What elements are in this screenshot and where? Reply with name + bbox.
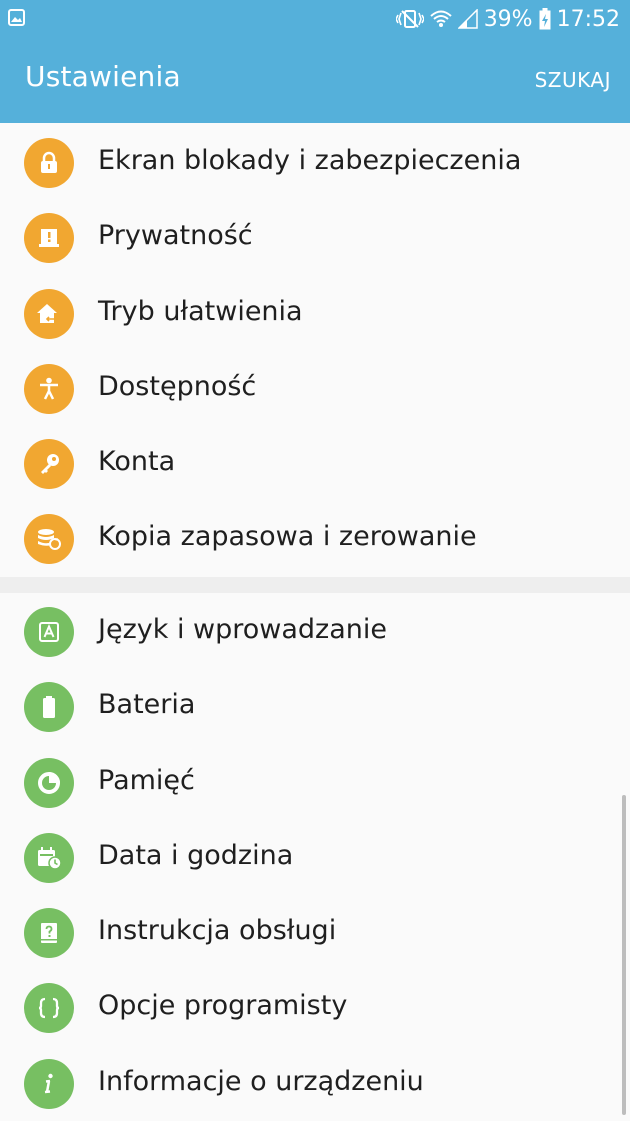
- settings-item-label: Opcje programisty: [98, 990, 348, 1022]
- lock-icon: [24, 138, 74, 188]
- search-button[interactable]: SZUKAJ: [535, 68, 611, 92]
- settings-item-developer-options[interactable]: Opcje programisty: [0, 970, 630, 1045]
- clock: 17:52: [556, 6, 620, 32]
- easy-mode-home-icon: [24, 288, 74, 339]
- settings-item-label: Instrukcja obsługi: [98, 915, 337, 947]
- settings-item-label: Informacje o urządzeniu: [98, 1065, 424, 1097]
- status-bar: 39% 17:52: [0, 0, 630, 38]
- settings-item-backup-reset[interactable]: Kopia zapasowa i zerowanie: [0, 501, 630, 576]
- settings-item-label: Data i godzina: [98, 839, 294, 871]
- status-icons: 39% 17:52: [395, 0, 620, 38]
- settings-item-label: Konta: [98, 446, 176, 478]
- storage-pie-icon: [24, 757, 74, 808]
- settings-item-label: Tryb ułatwienia: [98, 295, 303, 327]
- settings-item-storage[interactable]: Pamięć: [0, 745, 630, 820]
- wifi-icon: [430, 10, 452, 27]
- settings-item-label: Dostępność: [98, 370, 257, 402]
- settings-item-user-manual[interactable]: Instrukcja obsługi: [0, 895, 630, 970]
- settings-group-2: Język i wprowadzanie Bateria Pamięć Data…: [0, 594, 630, 1121]
- battery-percent: 39%: [483, 6, 533, 32]
- settings-item-language-input[interactable]: Język i wprowadzanie: [0, 594, 630, 669]
- info-icon: [24, 1058, 74, 1109]
- gallery-notification-icon: [8, 9, 25, 26]
- developer-braces-icon: [24, 983, 74, 1034]
- settings-item-label: Język i wprowadzanie: [98, 614, 387, 645]
- settings-item-accounts[interactable]: Konta: [0, 426, 630, 501]
- settings-item-label: Ekran blokady i zabezpieczenia: [98, 145, 522, 176]
- settings-item-accessibility[interactable]: Dostępność: [0, 351, 630, 426]
- settings-item-label: Bateria: [98, 689, 196, 721]
- app-bar: Ustawienia SZUKAJ: [0, 38, 630, 123]
- battery-icon: [24, 682, 74, 733]
- settings-item-lock-screen[interactable]: Ekran blokady i zabezpieczenia: [0, 125, 630, 200]
- settings-item-date-time[interactable]: Data i godzina: [0, 820, 630, 895]
- settings-item-device-info[interactable]: Informacje o urządzeniu: [0, 1046, 630, 1121]
- group-divider: [0, 577, 630, 593]
- backup-restore-icon: [24, 514, 74, 565]
- settings-group-1: Ekran blokady i zabezpieczenia Prywatnoś…: [0, 125, 630, 577]
- language-input-icon: [24, 607, 74, 657]
- page-title: Ustawienia: [25, 60, 181, 93]
- settings-item-label: Pamięć: [98, 764, 195, 796]
- accessibility-person-icon: [24, 363, 74, 414]
- calendar-clock-icon: [24, 832, 74, 883]
- user-manual-icon: [24, 908, 74, 959]
- settings-item-privacy[interactable]: Prywatność: [0, 200, 630, 275]
- key-icon: [24, 439, 74, 490]
- signal-icon: [457, 9, 478, 29]
- scrollbar[interactable]: [622, 795, 626, 1115]
- settings-item-battery[interactable]: Bateria: [0, 669, 630, 744]
- privacy-alert-icon: [24, 213, 74, 264]
- vibrate-mute-icon: [395, 10, 424, 28]
- settings-item-easy-mode[interactable]: Tryb ułatwienia: [0, 276, 630, 351]
- settings-item-label: Prywatność: [98, 220, 253, 252]
- battery-charging-icon: [539, 8, 551, 30]
- settings-item-label: Kopia zapasowa i zerowanie: [98, 521, 477, 553]
